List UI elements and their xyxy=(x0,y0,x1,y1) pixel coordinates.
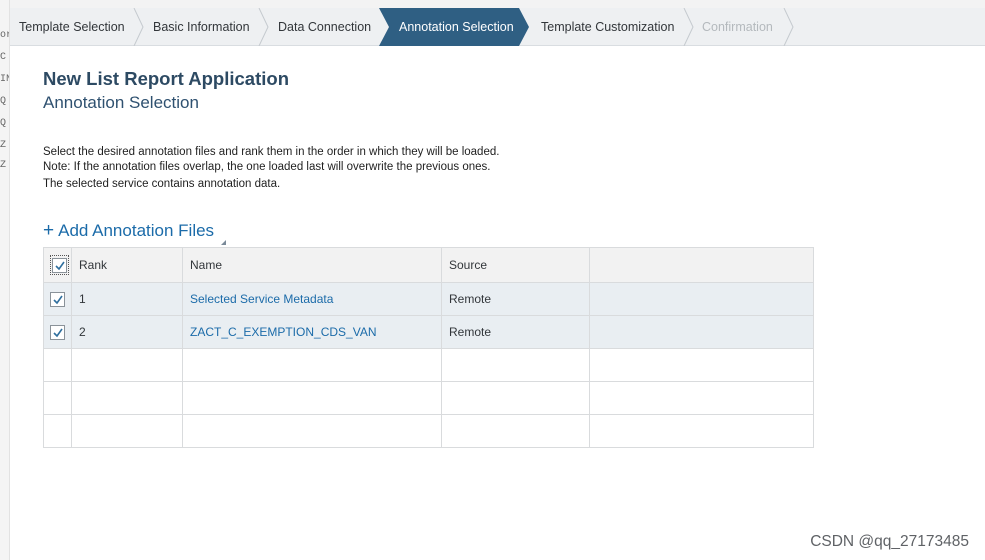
column-header-rank[interactable]: Rank xyxy=(71,247,183,283)
source-cell: Remote xyxy=(441,282,590,316)
source-cell: Remote xyxy=(441,315,590,349)
empty-table-row xyxy=(43,381,814,415)
chevron-right-icon xyxy=(783,8,794,46)
wizard-step-label: Template Customization xyxy=(541,20,675,34)
wizard-step-annotation-selection[interactable]: Annotation Selection xyxy=(389,8,521,46)
wizard-step-template-selection[interactable]: Template Selection xyxy=(10,8,134,46)
wizard-step-basic-information[interactable]: Basic Information xyxy=(147,8,258,46)
rank-cell: 2 xyxy=(71,315,183,349)
wizard-step-data-connection[interactable]: Data Connection xyxy=(272,8,379,46)
wizard-step-label: Data Connection xyxy=(278,20,372,34)
wizard-step-label: Basic Information xyxy=(153,20,250,34)
add-annotation-files-label: Add Annotation Files xyxy=(58,221,215,240)
check-icon xyxy=(53,328,63,337)
wizard-step-label: Template Selection xyxy=(19,20,125,34)
chevron-right-icon xyxy=(683,8,694,46)
column-header-name[interactable]: Name xyxy=(182,247,442,283)
row-select-cell xyxy=(43,282,72,316)
description-line: Select the desired annotation files and … xyxy=(43,146,500,158)
column-header-empty xyxy=(589,247,814,283)
page-subtitle: Annotation Selection xyxy=(43,93,199,112)
check-icon xyxy=(53,295,63,304)
app-window: orCINQQZZ Template Selection Basic Infor… xyxy=(0,0,985,560)
watermark-text: CSDN @qq_27173485 xyxy=(810,533,969,550)
wizard-step-template-customization[interactable]: Template Customization xyxy=(531,8,683,46)
background-editor-strip: orCINQQZZ xyxy=(0,0,10,560)
row-checkbox[interactable] xyxy=(50,291,65,307)
chevron-right-icon xyxy=(258,8,269,46)
wizard-step-confirmation: Confirmation xyxy=(697,8,793,46)
table-row[interactable]: 2 ZACT_C_EXEMPTION_CDS_VAN Remote xyxy=(43,315,814,349)
name-cell: Selected Service Metadata xyxy=(182,282,442,316)
empty-table-row xyxy=(43,348,814,382)
add-annotation-files-link[interactable]: + Add Annotation Files xyxy=(43,220,227,245)
chevron-right-icon xyxy=(133,8,144,46)
page-title: New List Report Application xyxy=(43,68,289,89)
annotation-files-table: Rank Name Source 1 Selected Service Meta… xyxy=(43,247,814,448)
menu-corner-icon xyxy=(221,240,227,245)
annotation-file-link[interactable]: ZACT_C_EXEMPTION_CDS_VAN xyxy=(190,325,377,339)
empty-table-row xyxy=(43,414,814,448)
description-service-info: The selected service contains annotation… xyxy=(43,178,281,190)
annotation-file-link[interactable]: Selected Service Metadata xyxy=(190,292,333,306)
table-header-row: Rank Name Source xyxy=(43,247,814,283)
wizard-steps-bar: Template Selection Basic Information Dat… xyxy=(10,8,985,46)
name-cell: ZACT_C_EXEMPTION_CDS_VAN xyxy=(182,315,442,349)
select-all-cell xyxy=(43,247,72,283)
plus-icon: + xyxy=(43,220,55,241)
column-header-source[interactable]: Source xyxy=(441,247,590,283)
row-select-cell xyxy=(43,315,72,349)
empty-cell xyxy=(589,315,814,349)
table-row[interactable]: 1 Selected Service Metadata Remote xyxy=(43,282,814,316)
wizard-step-label: Confirmation xyxy=(702,20,773,34)
select-all-checkbox[interactable] xyxy=(50,255,69,275)
description-note: Note: If the annotation files overlap, t… xyxy=(43,161,491,173)
checkbox xyxy=(52,257,67,273)
check-icon xyxy=(55,261,65,270)
row-checkbox[interactable] xyxy=(50,324,65,340)
top-spacer xyxy=(10,0,985,8)
wizard-step-label: Annotation Selection xyxy=(399,20,514,34)
rank-cell: 1 xyxy=(71,282,183,316)
empty-cell xyxy=(589,282,814,316)
